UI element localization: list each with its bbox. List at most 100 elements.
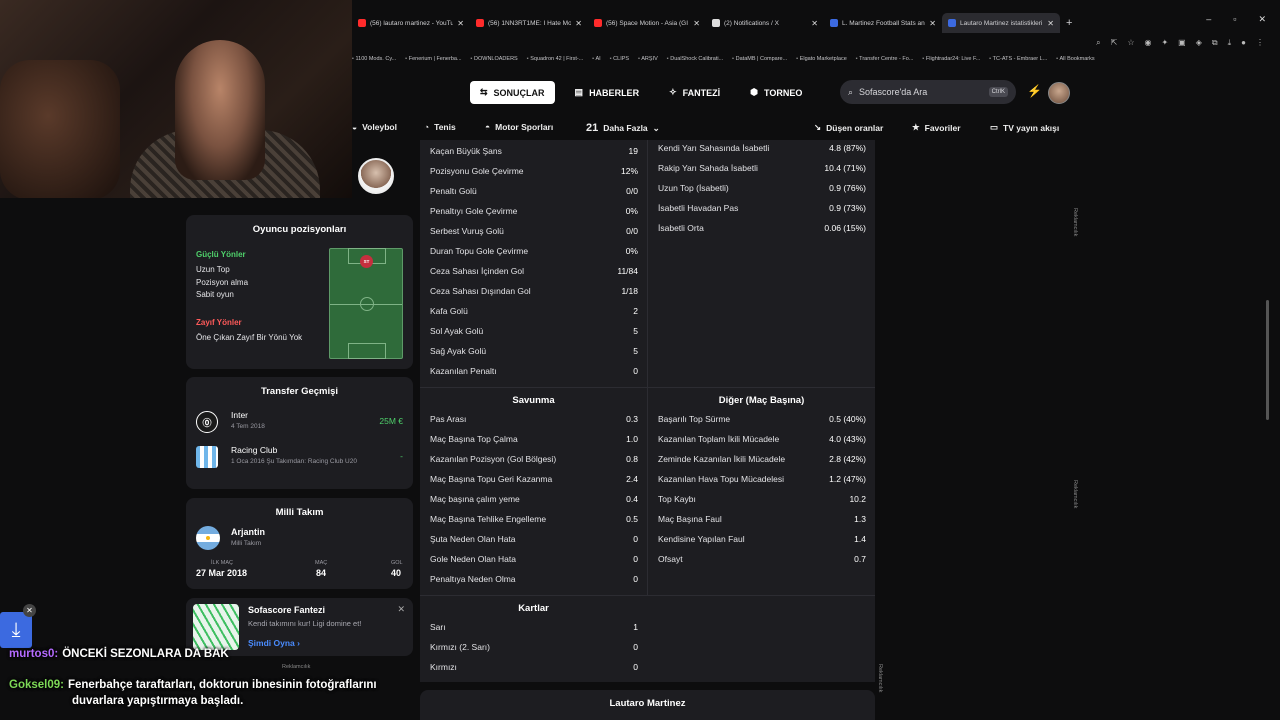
bookmark-item[interactable]: Squadron 42 | First-... — [527, 56, 583, 68]
bookmark-item[interactable]: AI — [592, 56, 600, 68]
favorites-link[interactable]: ★ Favoriler — [912, 122, 961, 133]
tab-favicon-icon — [712, 19, 720, 27]
transfer-date: 4 Tem 2018 — [231, 423, 265, 430]
bookmark-item[interactable]: Fenerium | Fenerba... — [405, 56, 462, 68]
tab-close-icon[interactable]: ✕ — [811, 19, 818, 28]
tab-close-icon[interactable]: ✕ — [929, 19, 936, 28]
user-avatar-icon[interactable]: ● — [1241, 38, 1246, 48]
search-input[interactable]: ⌕ Sofascore'da Ara CtrlK — [840, 80, 1016, 104]
stat-row: Duran Topu Gole Çevirme 0% — [430, 241, 638, 261]
stat-label: Kaçan Büyük Şans — [430, 146, 502, 156]
bookmark-item[interactable]: Transfer Centre - Fo... — [856, 56, 913, 68]
page-scrollbar[interactable] — [1266, 300, 1269, 420]
tab-close-icon[interactable]: ✕ — [693, 19, 700, 28]
trend-down-icon: ↘ — [814, 122, 822, 132]
stat-label: Maç başına çalım yeme — [430, 494, 520, 504]
overlay-close-icon[interactable]: ✕ — [23, 604, 36, 617]
browser-tab[interactable]: (56) Space Motion - Asia (GI ✕ — [588, 13, 706, 33]
chat-text: duvarlara yapıştırmaya başladı. — [72, 695, 244, 707]
chevron-right-icon: › — [297, 638, 300, 648]
stat-value: 0.4 — [626, 494, 638, 504]
stat-row: Kazanılan Penaltı 0 — [430, 361, 638, 381]
close-window-icon[interactable]: ✕ — [1258, 14, 1266, 25]
user-avatar[interactable] — [1048, 82, 1070, 104]
bookmark-item[interactable]: All Bookmarks — [1056, 56, 1094, 68]
nav-results[interactable]: ⇆ SONUÇLAR — [470, 81, 555, 104]
stat-label: Kendisine Yapılan Faul — [658, 534, 745, 544]
sport-label: Motor Sporları — [495, 122, 554, 132]
stat-row: Maç Başına Top Çalma 1.0 — [430, 429, 638, 449]
stat-label: Kafa Golü — [430, 306, 468, 316]
browser-tab[interactable]: (2) Notifications / X ✕ — [706, 13, 824, 33]
close-icon[interactable]: ✕ — [397, 604, 405, 615]
nav-fantasy[interactable]: ✧ FANTEZİ — [659, 81, 730, 104]
stat-value: 0.9 (73%) — [829, 203, 866, 213]
stat-row: Rakip Yarı Sahada İsabetli 10.4 (71%) — [658, 158, 866, 178]
browser-tab[interactable]: L. Martinez Football Stats and ✕ — [824, 13, 942, 33]
bookmark-item[interactable]: 1100 Mods. Cy... — [352, 56, 396, 68]
extension-icon[interactable]: ▣ — [1178, 38, 1186, 48]
tab-title: (56) Space Motion - Asia (GI — [606, 19, 689, 27]
minimize-icon[interactable]: – — [1206, 14, 1211, 25]
bookmark-item[interactable]: DualShock Calibrati... — [667, 56, 723, 68]
transfer-row[interactable]: ⓪ Inter 4 Tem 2018 25M € — [196, 409, 403, 437]
stat-value: 0.5 (40%) — [829, 414, 866, 424]
stat-value: 0 — [633, 662, 638, 672]
browser-tab[interactable]: (56) lautaro martinez - YouTube ✕ — [352, 13, 470, 33]
download-icon[interactable]: ⤓ — [1228, 38, 1232, 48]
nav-label: FANTEZİ — [682, 87, 721, 98]
odds-label: Düşen oranlar — [826, 122, 884, 133]
odds-link[interactable]: ↘ Düşen oranlar — [814, 122, 883, 133]
sport-tennis[interactable]: ◔ Tenis — [424, 122, 456, 132]
extension-icon[interactable]: ◈ — [1196, 38, 1202, 48]
maximize-icon[interactable]: ▫ — [1233, 14, 1236, 25]
menu-icon[interactable]: ⋮ — [1256, 38, 1264, 48]
sport-motorsport[interactable]: ◓ Motor Sporları — [485, 122, 553, 132]
fantasy-cta-label: Şimdi Oyna — [248, 638, 295, 648]
tab-close-icon[interactable]: ✕ — [1047, 19, 1054, 28]
download-overlay-icon[interactable]: ⤓ — [0, 612, 32, 648]
positions-card: Oyuncu pozisyonları Güçlü Yönler Uzun To… — [186, 215, 413, 369]
national-team-name[interactable]: Arjantin — [231, 527, 265, 537]
helmet-icon: ◓ — [485, 122, 491, 132]
extension-icon[interactable]: ✦ — [1161, 38, 1168, 48]
bookmark-item[interactable]: TC-ATS - Embraer L... — [989, 56, 1048, 68]
tab-close-icon[interactable]: ✕ — [575, 19, 582, 28]
transfer-row[interactable]: Racing Club 1 Oca 2016 Şu Takımdan: Raci… — [196, 444, 403, 472]
toolbar-icons: ⌕ ⇱ ☆ ◉ ✦ ▣ ◈ ⧉ ⤓ ● ⋮ — [1096, 38, 1264, 48]
share-icon[interactable]: ⇱ — [1111, 38, 1118, 48]
bookmark-item[interactable]: DOWNLOADERS — [471, 56, 518, 68]
ad-label-vertical: Reklamcılık — [1072, 480, 1078, 509]
profile-icon[interactable]: ◉ — [1144, 38, 1151, 48]
bookmark-item[interactable]: DataMB | Compare... — [732, 56, 788, 68]
bookmark-item[interactable]: Flightradar24: Live F... — [922, 56, 980, 68]
tv-link[interactable]: ▭ TV yayın akışı — [990, 122, 1059, 133]
nav-torneo[interactable]: ⬢ TORNEO — [740, 81, 812, 104]
stat-value: 5 — [633, 326, 638, 336]
stat-value: 0 — [633, 642, 638, 652]
bookmark-item[interactable]: Elgato Marketplace — [796, 56, 847, 68]
bookmark-star-icon[interactable]: ☆ — [1127, 38, 1134, 48]
torneo-icon: ⬢ — [750, 87, 758, 97]
tab-close-icon[interactable]: ✕ — [457, 19, 464, 28]
stat-label: Gole Neden Olan Hata — [430, 554, 516, 564]
new-tab-icon[interactable]: + — [1066, 17, 1072, 29]
bookmark-item[interactable]: ARŞİV — [638, 56, 658, 68]
stat-label: Ceza Sahası Dışından Gol — [430, 286, 531, 296]
browser-tab-active[interactable]: Lautaro Martinez istatistikleri ve ✕ — [942, 13, 1060, 33]
stat-value: 2 — [633, 306, 638, 316]
column-divider — [647, 140, 648, 595]
puzzle-icon[interactable]: ⧉ — [1212, 38, 1218, 48]
nav-news[interactable]: ▤ HABERLER — [565, 81, 650, 104]
browser-tab[interactable]: (56) 1NN3RT1ME: I Hate Modern✕ — [470, 13, 588, 33]
sport-more[interactable]: 21 Daha Fazla ⌄ — [586, 122, 660, 134]
zoom-icon[interactable]: ⌕ — [1096, 38, 1100, 48]
tab-favicon-icon — [948, 19, 956, 27]
chat-message: murtos0: ÖNCEKİ SEZONLARA DA BAK — [9, 648, 229, 660]
fantasy-play-button[interactable]: Şimdi Oyna › — [248, 638, 300, 648]
bookmark-item[interactable]: CLIPS — [610, 56, 629, 68]
sport-volleyball[interactable]: ◒ Voleybol — [352, 122, 397, 132]
lightning-icon[interactable]: ⚡ — [1027, 84, 1042, 98]
stat-row: Kendi Yarı Sahasında İsabetli 4.8 (87%) — [658, 138, 866, 158]
stat-label: Başarılı Top Sürme — [658, 414, 731, 424]
